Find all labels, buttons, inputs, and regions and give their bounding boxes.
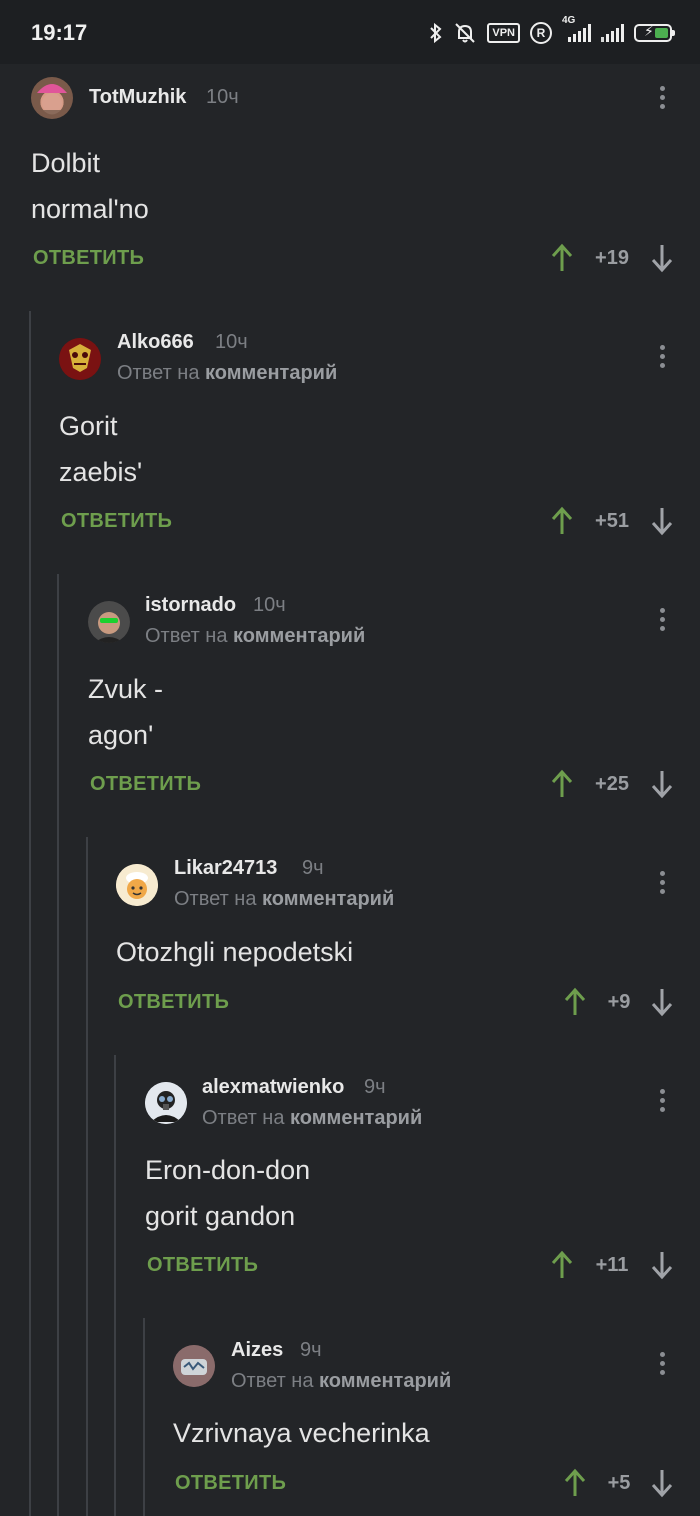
comment-time: 9ч [302, 857, 324, 879]
downvote-arrow-icon[interactable] [651, 1468, 673, 1498]
comment-text: Gorit zaebis' [59, 411, 143, 487]
comment-username[interactable]: alexmatwienko [202, 1076, 344, 1099]
more-options-icon[interactable] [652, 343, 672, 371]
comment-username[interactable]: Likar24713 [174, 857, 277, 880]
avatar[interactable] [116, 864, 158, 906]
reply-to-link[interactable]: комментарий [233, 625, 365, 647]
network-type-label: 4G [562, 15, 576, 26]
upvote-arrow-icon[interactable] [551, 506, 573, 536]
reply-to-prefix: Ответ на [202, 1107, 291, 1129]
reply-to-label: Ответ на комментарий [202, 1107, 422, 1130]
reply-to-label: Ответ на комментарий [174, 888, 394, 911]
downvote-arrow-icon[interactable] [651, 243, 673, 273]
reply-to-link[interactable]: комментарий [262, 888, 394, 910]
comment-username[interactable]: istornado [145, 594, 236, 617]
reply-button[interactable]: ОТВЕТИТЬ [61, 510, 172, 533]
avatar[interactable] [145, 1082, 187, 1124]
comment-time: 9ч [300, 1339, 322, 1361]
more-options-icon[interactable] [652, 1350, 672, 1378]
thread-line [143, 1318, 145, 1516]
avatar[interactable] [59, 338, 101, 380]
avatar[interactable] [31, 77, 73, 119]
more-options-icon[interactable] [652, 869, 672, 897]
comment-time: 10ч [253, 594, 286, 616]
more-options-icon[interactable] [652, 606, 672, 634]
reply-to-link[interactable]: комментарий [290, 1107, 422, 1129]
muted-bell-icon [453, 21, 477, 45]
status-bar: 19:17 VPN R 4G ⚡ [0, 0, 700, 64]
vote-score: +25 [595, 773, 629, 795]
vote-score: +9 [607, 991, 631, 1013]
comment-text: Vzrivnaya vecherinka [173, 1418, 430, 1448]
reply-to-link[interactable]: комментарий [319, 1370, 451, 1392]
comment-time: 9ч [364, 1076, 386, 1098]
vote-score: +19 [595, 247, 629, 269]
reply-to-link[interactable]: комментарий [205, 362, 337, 384]
downvote-arrow-icon[interactable] [651, 1250, 673, 1280]
reply-button[interactable]: ОТВЕТИТЬ [175, 1472, 286, 1495]
downvote-arrow-icon[interactable] [651, 769, 673, 799]
registered-icon: R [530, 22, 552, 44]
downvote-arrow-icon[interactable] [651, 987, 673, 1017]
upvote-arrow-icon[interactable] [551, 243, 573, 273]
comment-username[interactable]: TotMuzhik [89, 86, 186, 109]
thread-line [29, 311, 31, 1516]
bluetooth-icon [429, 22, 443, 44]
comment-time: 10ч [215, 331, 248, 353]
upvote-arrow-icon[interactable] [551, 769, 573, 799]
comment-username[interactable]: Aizes [231, 1339, 283, 1362]
reply-to-prefix: Ответ на [145, 625, 234, 647]
reply-button[interactable]: ОТВЕТИТЬ [118, 991, 229, 1014]
reply-button[interactable]: ОТВЕТИТЬ [90, 773, 201, 796]
vote-score: +5 [607, 1472, 631, 1494]
signal-icon [601, 24, 624, 42]
reply-to-label: Ответ на комментарий [231, 1370, 451, 1393]
vote-score: +51 [595, 510, 629, 532]
vote-score: +11 [595, 1254, 629, 1276]
comment-text: Otozhgli nepodetski [116, 937, 354, 967]
downvote-arrow-icon[interactable] [651, 506, 673, 536]
reply-to-label: Ответ на комментарий [145, 625, 365, 648]
comment-text: Eron-don-don gorit gandon [145, 1155, 311, 1231]
signal-4g-icon: 4G [562, 15, 591, 42]
more-options-icon[interactable] [652, 84, 672, 112]
comment-text: Dolbit normal'no [31, 148, 149, 224]
reply-to-prefix: Ответ на [117, 362, 206, 384]
vpn-icon: VPN [487, 23, 520, 43]
status-icons: VPN R 4G ⚡ [429, 15, 675, 46]
reply-to-label: Ответ на комментарий [117, 362, 337, 385]
thread-line [114, 1055, 116, 1516]
reply-button[interactable]: ОТВЕТИТЬ [33, 247, 144, 270]
thread-line [86, 837, 88, 1516]
more-options-icon[interactable] [652, 1087, 672, 1115]
comment-text: Zvuk - agon' [88, 674, 164, 750]
comment-time: 10ч [206, 86, 239, 108]
reply-button[interactable]: ОТВЕТИТЬ [147, 1254, 258, 1277]
upvote-arrow-icon[interactable] [564, 987, 586, 1017]
avatar[interactable] [88, 601, 130, 643]
status-time: 19:17 [31, 20, 88, 45]
battery-charging-icon: ⚡ [634, 23, 675, 42]
reply-to-prefix: Ответ на [231, 1370, 320, 1392]
upvote-arrow-icon[interactable] [551, 1250, 573, 1280]
avatar[interactable] [173, 1345, 215, 1387]
reply-to-prefix: Ответ на [174, 888, 263, 910]
thread-line [57, 574, 59, 1516]
upvote-arrow-icon[interactable] [564, 1468, 586, 1498]
comment-username[interactable]: Alko666 [117, 331, 194, 354]
